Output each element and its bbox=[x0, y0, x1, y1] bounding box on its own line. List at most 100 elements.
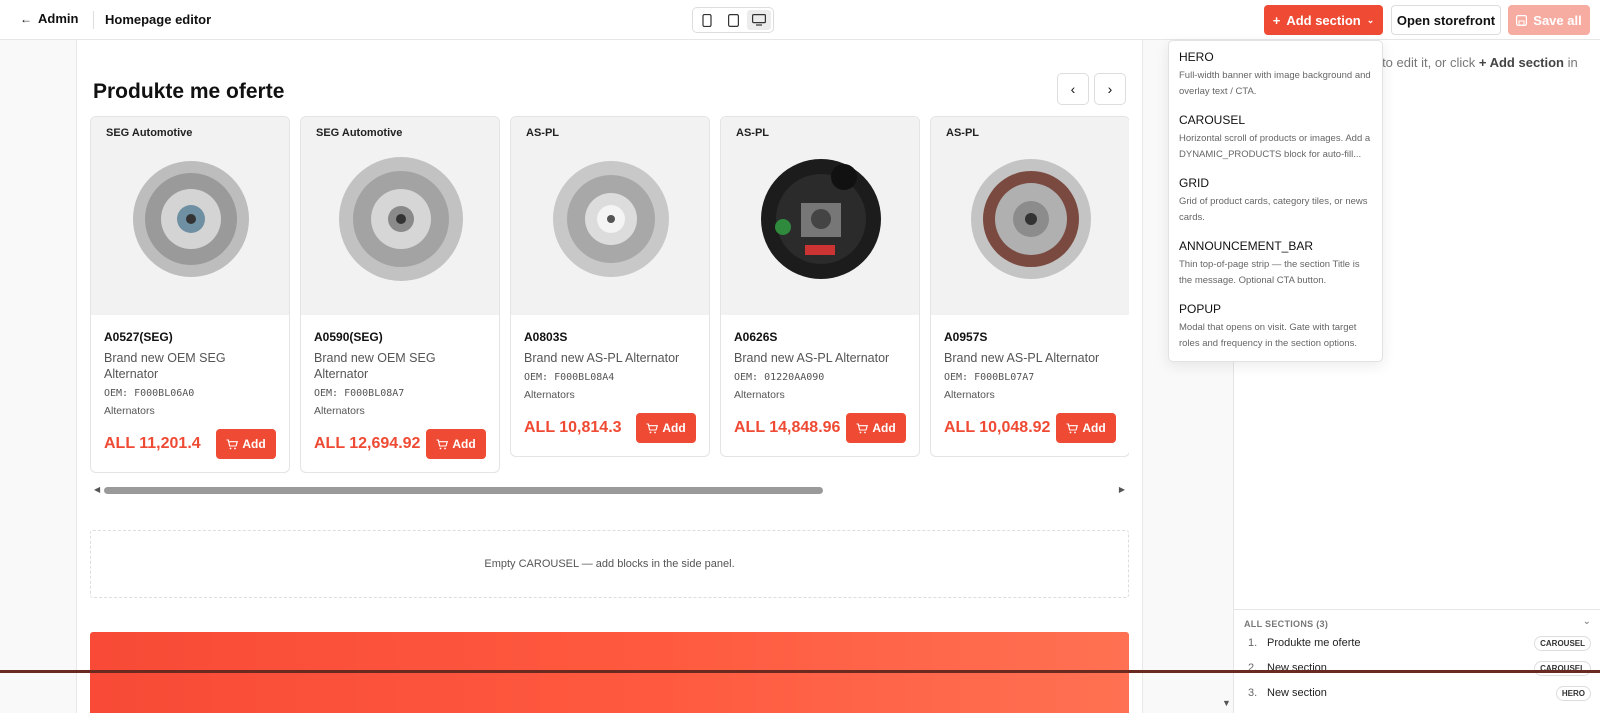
chevron-left-icon: ‹ bbox=[1070, 81, 1076, 97]
section-type-description: Thin top-of-page strip — the section Tit… bbox=[1179, 259, 1360, 286]
plus-icon: + bbox=[1272, 12, 1281, 28]
product-name: Brand new AS-PL Alternator bbox=[734, 351, 890, 365]
add-label: Add bbox=[1082, 421, 1106, 435]
section-type-badge: CAROUSEL bbox=[1534, 661, 1591, 676]
all-sections-header: ALL SECTIONS (3) bbox=[1244, 619, 1329, 629]
add-label: Add bbox=[242, 437, 266, 451]
save-icon bbox=[1516, 14, 1528, 26]
product-card[interactable]: SEG Automotive A0527(SEG) Brand new OEM … bbox=[90, 116, 290, 473]
scroll-left-icon[interactable]: ◀ bbox=[94, 485, 100, 494]
tablet-view-button[interactable] bbox=[721, 10, 745, 30]
add-label: Add bbox=[662, 421, 686, 435]
add-to-cart-button[interactable]: Add bbox=[636, 413, 696, 443]
section-number: 3. bbox=[1248, 687, 1258, 699]
add-section-label: Add section bbox=[1286, 12, 1361, 28]
product-oem: OEM: F000BL06A0 bbox=[104, 388, 195, 399]
section-row[interactable]: 2. New section CAROUSEL bbox=[1234, 657, 1600, 681]
monitor-icon bbox=[752, 14, 766, 26]
product-card[interactable]: AS-PL A0803S Brand new AS-PL Alternator … bbox=[510, 116, 710, 457]
product-category: Alternators bbox=[734, 389, 785, 401]
section-type-popup[interactable]: POPUP Modal that opens on visit. Gate wi… bbox=[1169, 302, 1384, 352]
mobile-view-button[interactable] bbox=[695, 10, 719, 30]
save-all-button[interactable]: Save all bbox=[1508, 5, 1590, 35]
open-storefront-button[interactable]: Open storefront bbox=[1391, 5, 1501, 35]
chevron-down-icon: ⌄ bbox=[1366, 14, 1375, 25]
product-image: AS-PL bbox=[931, 117, 1129, 315]
section-label: Produkte me oferte bbox=[1267, 637, 1361, 649]
section-number: 1. bbox=[1248, 637, 1258, 649]
product-carousel: SEG Automotive A0527(SEG) Brand new OEM … bbox=[90, 116, 1129, 476]
add-to-cart-button[interactable]: Add bbox=[846, 413, 906, 443]
chevron-down-icon[interactable]: ▼ bbox=[1222, 698, 1231, 708]
hint-text-bold: + Add section bbox=[1478, 55, 1564, 70]
phone-icon bbox=[702, 13, 712, 27]
product-code: A0590(SEG) bbox=[314, 330, 383, 344]
section-type-title: ANNOUNCEMENT_BAR bbox=[1179, 239, 1314, 253]
product-oem: OEM: F000BL07A7 bbox=[944, 372, 1035, 383]
tablet-icon bbox=[727, 13, 739, 27]
scrollbar-thumb[interactable] bbox=[104, 487, 823, 494]
section-type-title: POPUP bbox=[1179, 302, 1222, 316]
carousel-scrollbar[interactable]: ◀ ▶ bbox=[90, 484, 1129, 496]
product-image: AS-PL bbox=[511, 117, 709, 315]
product-price: ALL 14,848.96 bbox=[734, 419, 841, 436]
product-name: Brand new AS-PL Alternator bbox=[524, 351, 680, 365]
product-category: Alternators bbox=[524, 389, 575, 401]
chevron-down-icon[interactable]: ⌄ bbox=[1583, 616, 1591, 627]
alternator-image bbox=[761, 159, 881, 279]
alternator-image bbox=[553, 161, 669, 277]
cart-icon bbox=[436, 438, 449, 449]
device-switcher bbox=[692, 7, 774, 33]
product-brand: AS-PL bbox=[736, 127, 769, 139]
section-label: New section bbox=[1267, 687, 1327, 699]
add-label: Add bbox=[452, 437, 476, 451]
section-type-badge: HERO bbox=[1555, 686, 1591, 701]
product-brand: SEG Automotive bbox=[316, 127, 403, 139]
empty-carousel-text: Empty CAROUSEL — add blocks in the side … bbox=[484, 558, 735, 570]
carousel-next-button[interactable]: › bbox=[1094, 73, 1126, 105]
all-sections-panel: ALL SECTIONS (3) ⌄ 1. Produkte me oferte… bbox=[1234, 609, 1600, 713]
product-code: A0957S bbox=[944, 330, 988, 344]
product-image: AS-PL bbox=[721, 117, 919, 315]
product-code: A0626S bbox=[734, 330, 778, 344]
product-oem: OEM: F000BL08A4 bbox=[524, 372, 615, 383]
section-type-description: Modal that opens on visit. Gate with tar… bbox=[1179, 322, 1357, 349]
arrow-left-icon: ← bbox=[20, 11, 32, 26]
cart-icon bbox=[646, 422, 659, 433]
product-card[interactable]: SEG Automotive A0590(SEG) Brand new OEM … bbox=[300, 116, 500, 473]
product-brand: SEG Automotive bbox=[106, 127, 193, 139]
product-card[interactable]: AS-PL A0957S Brand new AS-PL Alternator … bbox=[930, 116, 1129, 457]
add-section-dropdown: HERO Full-width banner with image backgr… bbox=[1168, 40, 1383, 362]
product-price: ALL 11,201.4 bbox=[104, 435, 201, 452]
section-row[interactable]: 1. Produkte me oferte CAROUSEL bbox=[1234, 632, 1600, 656]
product-price: ALL 10,814.3 bbox=[524, 419, 622, 436]
alternator-image bbox=[971, 159, 1091, 279]
section-type-hero[interactable]: HERO Full-width banner with image backgr… bbox=[1169, 50, 1384, 100]
carousel-prev-button[interactable]: ‹ bbox=[1057, 73, 1089, 105]
add-to-cart-button[interactable]: Add bbox=[216, 429, 276, 459]
empty-carousel-placeholder[interactable]: Empty CAROUSEL — add blocks in the side … bbox=[90, 530, 1129, 598]
product-brand: AS-PL bbox=[946, 127, 979, 139]
hint-text-2: in bbox=[1564, 55, 1578, 70]
product-card[interactable]: AS-PL A0626S Brand new AS-PL Alternator … bbox=[720, 116, 920, 457]
add-section-button[interactable]: + Add section ⌄ bbox=[1264, 5, 1383, 35]
section-type-announcement-bar[interactable]: ANNOUNCEMENT_BAR Thin top-of-page strip … bbox=[1169, 239, 1384, 289]
top-bar: ← Admin Homepage editor + Add section ⌄ … bbox=[0, 0, 1600, 40]
section-type-title: GRID bbox=[1179, 176, 1209, 190]
divider bbox=[93, 11, 94, 29]
product-oem: OEM: 01220AA090 bbox=[734, 372, 825, 383]
alternator-image bbox=[133, 161, 249, 277]
scroll-right-icon[interactable]: ▶ bbox=[1119, 485, 1125, 494]
add-to-cart-button[interactable]: Add bbox=[1056, 413, 1116, 443]
desktop-view-button[interactable] bbox=[747, 10, 771, 30]
hero-image-strip bbox=[0, 670, 1600, 673]
section-row[interactable]: 3. New section HERO bbox=[1234, 682, 1600, 706]
section-type-carousel[interactable]: CAROUSEL Horizontal scroll of products o… bbox=[1169, 113, 1384, 163]
section-type-grid[interactable]: GRID Grid of product cards, category til… bbox=[1169, 176, 1384, 226]
add-to-cart-button[interactable]: Add bbox=[426, 429, 486, 459]
product-price: ALL 12,694.92 bbox=[314, 435, 421, 452]
cart-icon bbox=[856, 422, 869, 433]
back-to-admin-link[interactable]: ← Admin bbox=[20, 11, 78, 26]
cart-icon bbox=[1066, 422, 1079, 433]
product-category: Alternators bbox=[104, 405, 155, 417]
